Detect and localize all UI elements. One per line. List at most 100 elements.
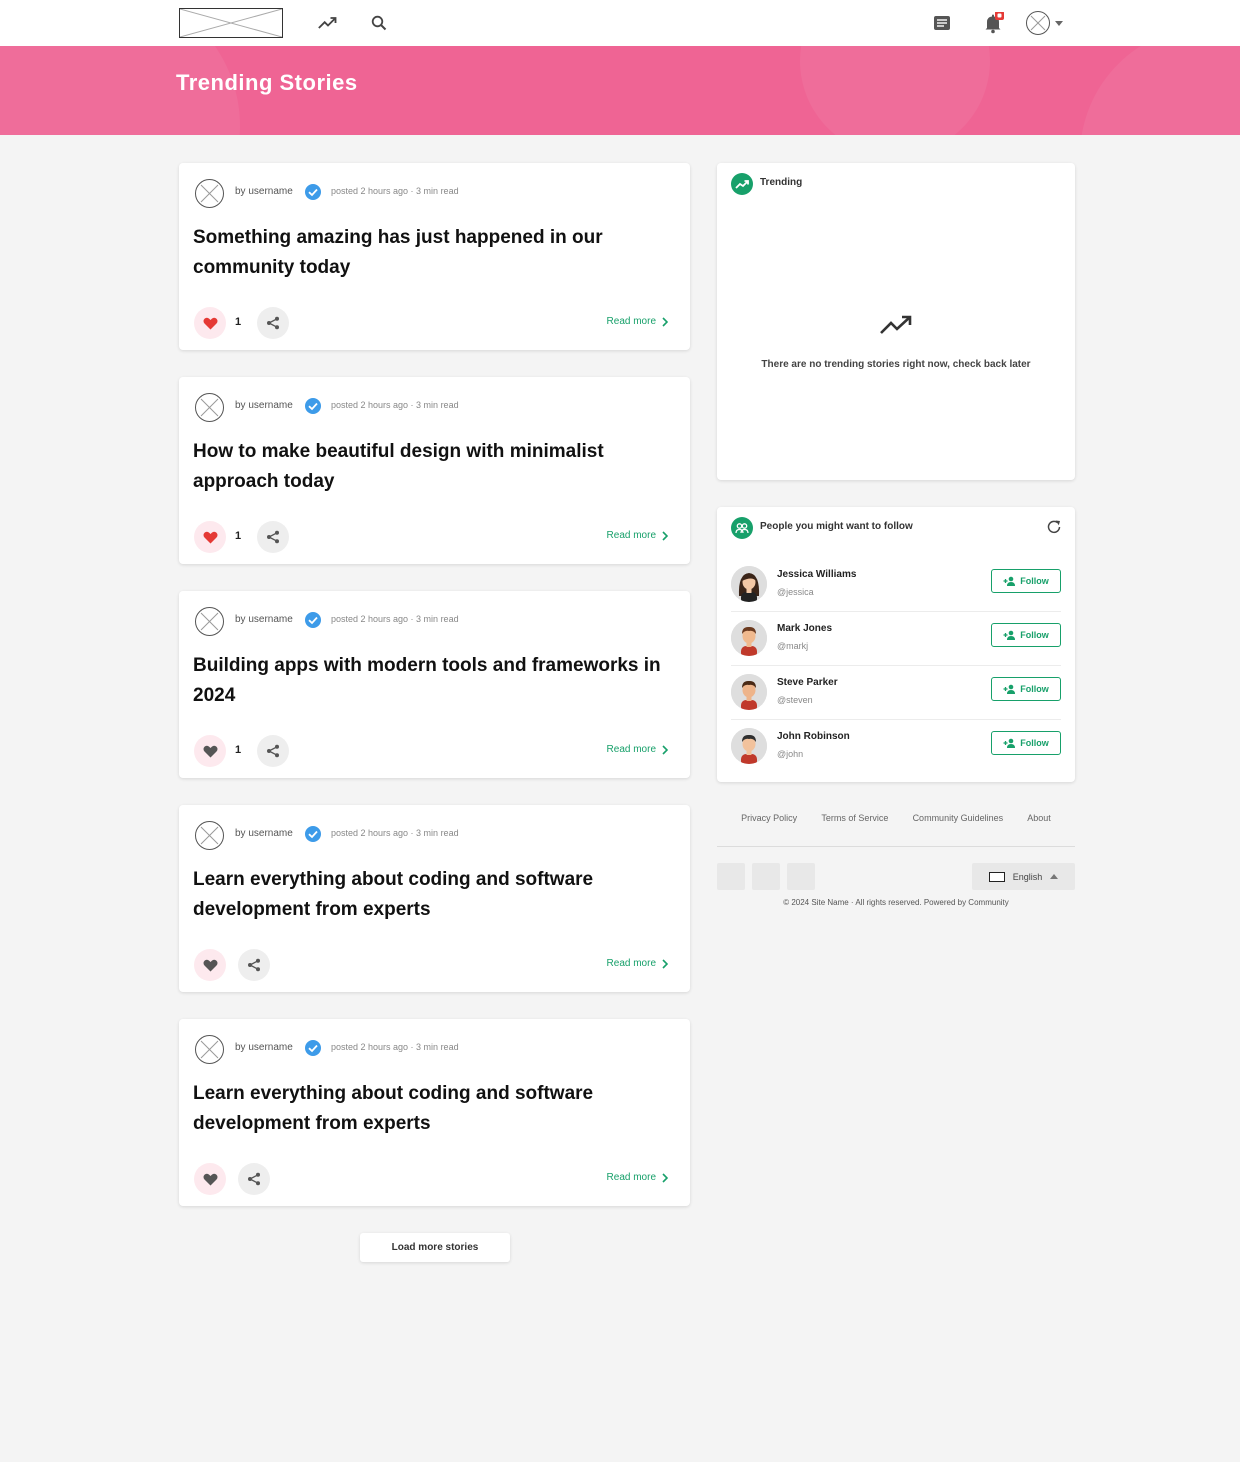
footer-link[interactable]: Community Guidelines — [913, 813, 1004, 823]
follow-button[interactable]: Follow — [991, 623, 1061, 647]
author-name[interactable]: by username — [235, 828, 293, 839]
verified-badge-icon — [304, 1039, 322, 1057]
caret-down-icon[interactable] — [1052, 12, 1066, 34]
story-card[interactable]: by username posted 2 hours ago · 3 min r… — [179, 163, 690, 350]
like-count: 1 — [235, 316, 242, 328]
author-avatar[interactable] — [195, 821, 224, 850]
trending-panel: Trending There are no trending stories r… — [717, 163, 1075, 480]
suggested-user-avatar[interactable] — [731, 620, 767, 656]
share-button[interactable] — [257, 735, 289, 767]
story-title[interactable]: Something amazing has just happened in o… — [193, 223, 663, 283]
trending-panel-title: Trending — [760, 177, 803, 188]
read-more-link[interactable]: Read more — [607, 1172, 668, 1183]
suggested-user-name[interactable]: Jessica Williams — [777, 569, 856, 580]
like-button[interactable] — [194, 1163, 226, 1195]
author-name[interactable]: by username — [235, 614, 293, 625]
author-avatar[interactable] — [195, 1035, 224, 1064]
post-meta: posted 2 hours ago · 3 min read — [331, 1042, 459, 1052]
heart-icon — [203, 531, 217, 543]
chevron-right-icon — [662, 530, 668, 541]
heart-icon — [203, 1173, 217, 1185]
story-card[interactable]: by username posted 2 hours ago · 3 min r… — [179, 377, 690, 564]
follow-button-label: Follow — [1020, 684, 1049, 694]
footer-link[interactable]: Terms of Service — [821, 813, 888, 823]
heart-icon — [203, 959, 217, 971]
read-more-link[interactable]: Read more — [607, 958, 668, 969]
story-card[interactable]: by username posted 2 hours ago · 3 min r… — [179, 805, 690, 992]
read-more-link[interactable]: Read more — [607, 530, 668, 541]
share-button[interactable] — [257, 307, 289, 339]
suggested-user-name[interactable]: Steve Parker — [777, 677, 838, 688]
search-icon[interactable] — [368, 12, 390, 34]
post-meta: posted 2 hours ago · 3 min read — [331, 614, 459, 624]
like-count: 1 — [235, 530, 242, 542]
suggested-user-avatar[interactable] — [731, 728, 767, 764]
footer-divider — [717, 846, 1075, 847]
like-button[interactable] — [194, 307, 226, 339]
add-user-icon — [1003, 630, 1016, 640]
suggested-user-avatar[interactable] — [731, 566, 767, 602]
social-link-facebook-icon[interactable] — [717, 863, 745, 890]
chevron-right-icon — [662, 958, 668, 969]
read-more-label: Read more — [606, 744, 656, 755]
suggested-user-handle: @steven — [777, 695, 813, 705]
like-button[interactable] — [194, 735, 226, 767]
site-logo[interactable] — [179, 8, 283, 38]
language-label: English — [1012, 871, 1043, 882]
story-card[interactable]: by username posted 2 hours ago · 3 min r… — [179, 591, 690, 778]
trending-icon[interactable] — [317, 12, 339, 34]
user-avatar-icon[interactable] — [1026, 11, 1050, 35]
like-button[interactable] — [194, 949, 226, 981]
author-name[interactable]: by username — [235, 400, 293, 411]
load-more-button[interactable]: Load more stories — [360, 1233, 510, 1262]
story-title[interactable]: Building apps with modern tools and fram… — [193, 651, 663, 711]
share-button[interactable] — [238, 1163, 270, 1195]
share-icon — [267, 530, 279, 544]
like-button[interactable] — [194, 521, 226, 553]
story-title[interactable]: Learn everything about coding and softwa… — [193, 1079, 663, 1139]
notification-bell-icon[interactable] — [982, 12, 1004, 34]
language-flag-icon — [988, 871, 1005, 882]
messages-icon[interactable] — [931, 12, 953, 34]
share-button[interactable] — [238, 949, 270, 981]
footer-link[interactable]: About — [1027, 813, 1051, 823]
read-more-label: Read more — [606, 530, 656, 541]
author-avatar[interactable] — [195, 393, 224, 422]
story-title[interactable]: How to make beautiful design with minima… — [193, 437, 663, 497]
caret-up-icon — [1050, 874, 1059, 879]
follow-button-label: Follow — [1020, 576, 1049, 586]
social-link-twitter-icon[interactable] — [752, 863, 780, 890]
follow-button[interactable]: Follow — [991, 569, 1061, 593]
read-more-label: Read more — [606, 1172, 656, 1183]
read-more-label: Read more — [606, 316, 656, 327]
suggested-user-row: Jessica Williams @jessica Follow — [731, 558, 1061, 612]
follow-button[interactable]: Follow — [991, 731, 1061, 755]
suggested-user-name[interactable]: John Robinson — [777, 731, 850, 742]
read-more-link[interactable]: Read more — [607, 316, 668, 327]
suggested-user-row: Steve Parker @steven Follow — [731, 666, 1061, 720]
post-meta: posted 2 hours ago · 3 min read — [331, 186, 459, 196]
author-avatar[interactable] — [195, 179, 224, 208]
author-avatar[interactable] — [195, 607, 224, 636]
story-title[interactable]: Learn everything about coding and softwa… — [193, 865, 663, 925]
share-icon — [267, 316, 279, 330]
suggestions-panel-title: People you might want to follow — [760, 521, 913, 532]
follow-button[interactable]: Follow — [991, 677, 1061, 701]
read-more-link[interactable]: Read more — [607, 744, 668, 755]
like-count: 1 — [235, 744, 242, 756]
suggested-user-name[interactable]: Mark Jones — [777, 623, 832, 634]
footer-link[interactable]: Privacy Policy — [741, 813, 797, 823]
trending-empty-icon — [877, 313, 915, 337]
author-name[interactable]: by username — [235, 1042, 293, 1053]
language-selector[interactable]: English — [972, 863, 1075, 890]
refresh-icon[interactable] — [1045, 518, 1063, 536]
social-link-instagram-icon[interactable] — [787, 863, 815, 890]
add-user-icon — [1003, 684, 1016, 694]
share-button[interactable] — [257, 521, 289, 553]
author-name[interactable]: by username — [235, 186, 293, 197]
story-card[interactable]: by username posted 2 hours ago · 3 min r… — [179, 1019, 690, 1206]
share-icon — [248, 958, 260, 972]
suggested-user-avatar[interactable] — [731, 674, 767, 710]
heart-icon — [203, 317, 217, 329]
add-user-icon — [1003, 576, 1016, 586]
